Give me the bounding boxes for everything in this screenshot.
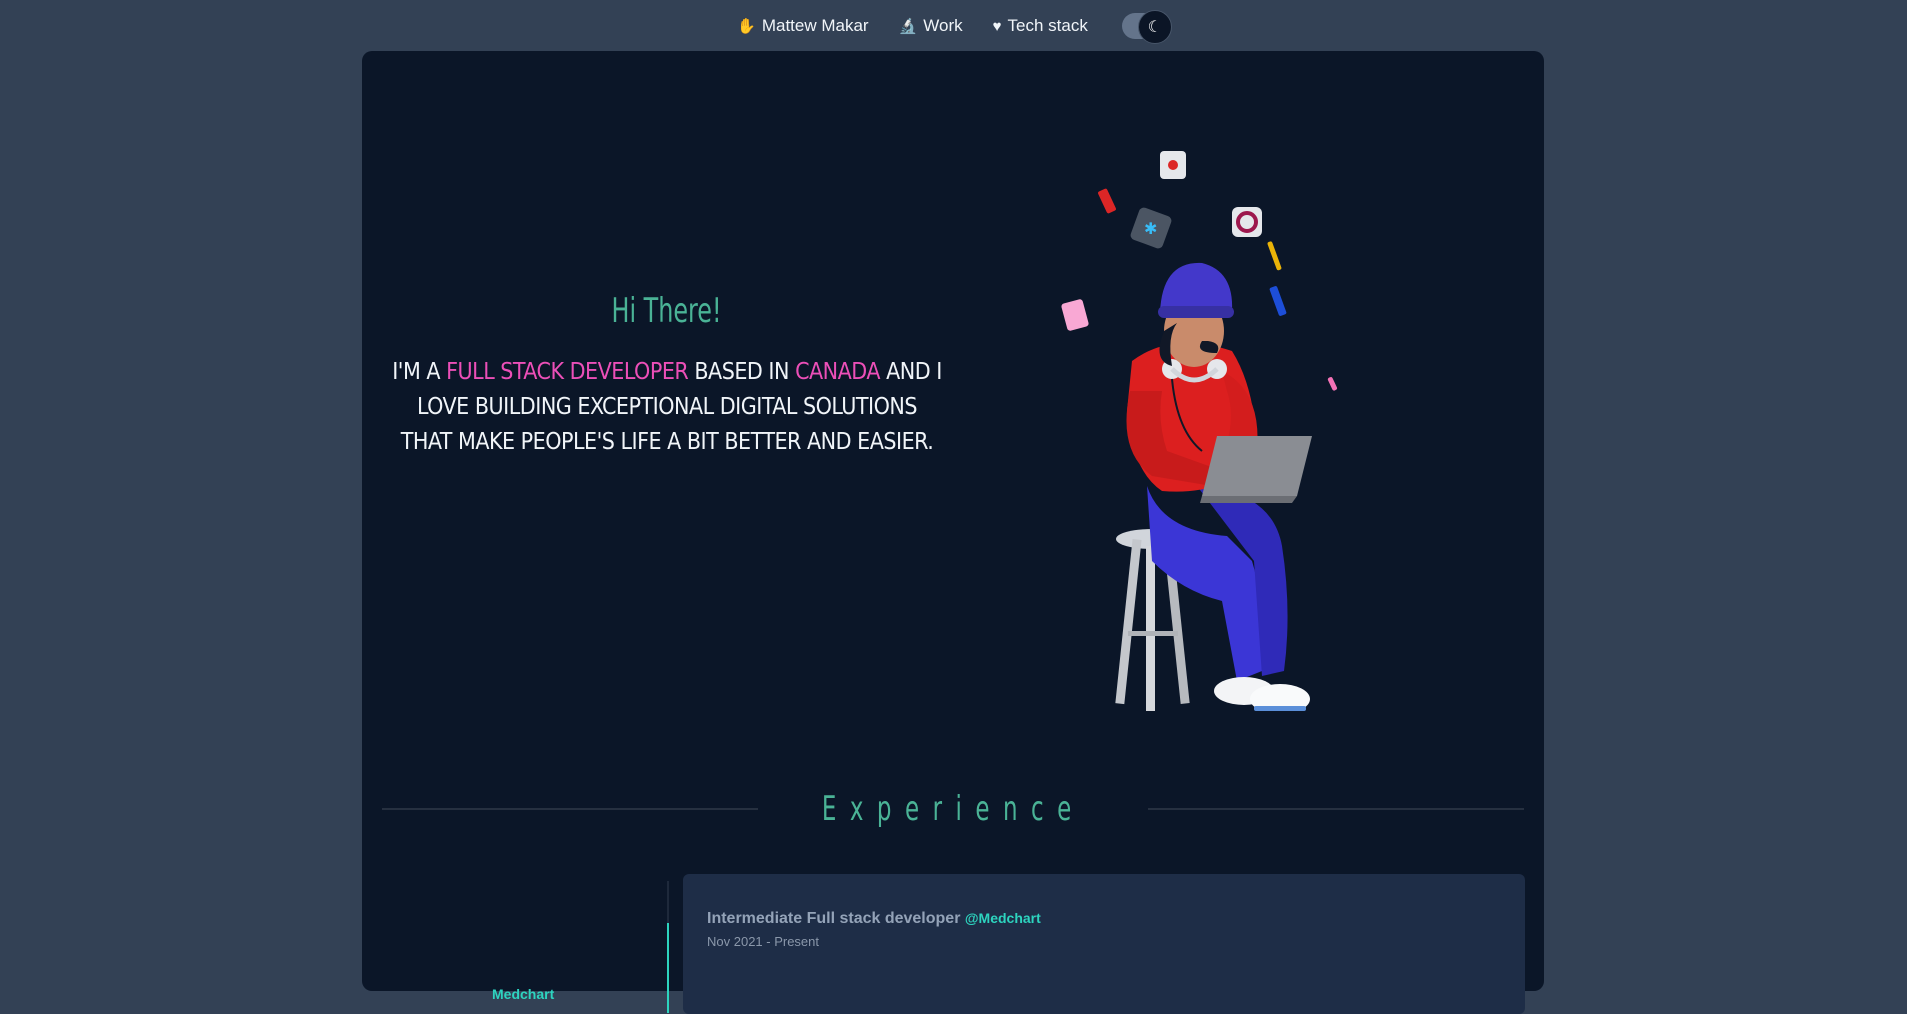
tech-stick-icon — [1269, 286, 1287, 316]
main-card: Hi There! I'm a Full stack developer bas… — [362, 51, 1544, 1014]
moon-icon: ☾ — [1137, 10, 1172, 44]
hero-intro-prefix: I'm a — [392, 359, 441, 385]
hero-location: Canada — [795, 359, 880, 385]
heart-icon: ♥ — [992, 17, 1002, 35]
java-icon — [1160, 151, 1186, 179]
experience-company-link[interactable]: @Medchart — [965, 910, 1041, 926]
nav-item-home[interactable]: ✋ Mattew Makar — [737, 16, 868, 36]
hero-text: I'm a Full stack developer based in Cana… — [392, 355, 942, 460]
nav-item-label: Mattew Makar — [761, 16, 869, 35]
nav-item-work[interactable]: 🔬 Work — [899, 16, 963, 36]
experience-card: Intermediate Full stack developer @Medch… — [683, 874, 1525, 1014]
divider — [382, 808, 758, 810]
microscope-icon: 🔬 — [898, 17, 918, 35]
hero-intro: Hi There! I'm a Full stack developer bas… — [392, 291, 942, 460]
experience-heading: Experience — [821, 789, 1085, 829]
nav-item-tech-stack[interactable]: ♥ Tech stack — [993, 16, 1088, 36]
svg-text:✱: ✱ — [1144, 219, 1157, 238]
divider — [1148, 808, 1525, 810]
theme-toggle[interactable]: ☾ — [1121, 10, 1172, 44]
flutter-icon: ✱ — [1130, 207, 1172, 249]
nav-item-label: Work — [923, 16, 963, 35]
experience-company-list: Medchart — [362, 871, 662, 1011]
top-nav: ✋ Mattew Makar 🔬 Work ♥ Tech stack ☾ — [0, 0, 1907, 52]
tech-stick-icon — [1327, 377, 1338, 391]
experience-dates: Nov 2021 - Present — [707, 934, 820, 949]
tech-cube-icon — [1061, 299, 1089, 331]
developer-illustration: ✱ — [1061, 151, 1338, 711]
csharp-icon — [1232, 207, 1262, 237]
hero-role: Full stack developer — [446, 359, 689, 385]
hero-title: Hi There! — [611, 291, 722, 331]
hero-based-in: based in — [694, 359, 789, 385]
timeline-active-indicator — [667, 923, 669, 1013]
nav-item-label: Tech stack — [1007, 16, 1088, 35]
wave-hand-icon: ✋ — [737, 17, 756, 35]
tech-stick-icon — [1267, 241, 1282, 271]
experience-role: Intermediate Full stack developer @Medch… — [707, 910, 1041, 928]
tech-cube-icon — [1098, 188, 1116, 214]
experience-heading-row: Experience — [382, 789, 1525, 829]
experience-role-title: Intermediate Full stack developer — [707, 910, 961, 927]
company-tab-medchart[interactable]: Medchart — [492, 986, 554, 1002]
